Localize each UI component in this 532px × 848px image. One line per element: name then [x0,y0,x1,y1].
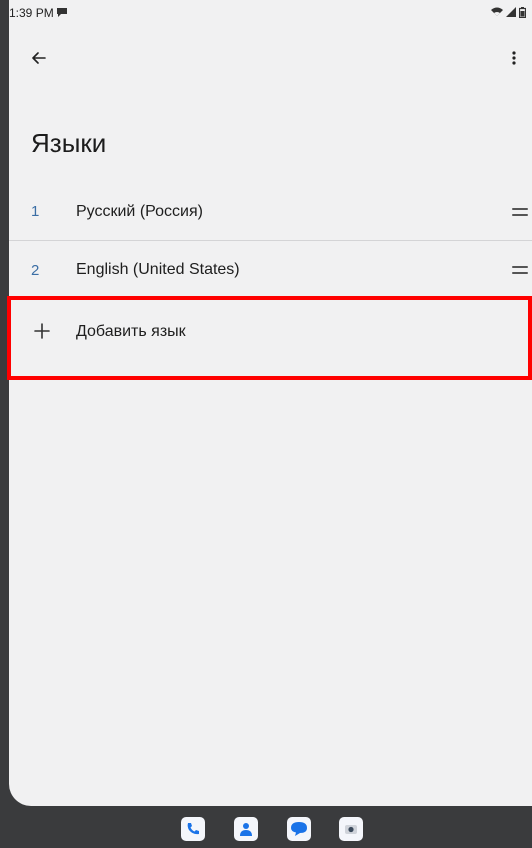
page-title: Языки [31,128,107,158]
language-number: 1 [31,203,40,220]
language-item[interactable]: 1 Русский (Россия) [9,183,532,241]
notification-icon [57,8,67,17]
language-name: English (United States) [76,261,240,278]
arrow-left-icon [32,52,46,64]
phone-icon[interactable] [181,817,205,841]
add-language-label: Добавить язык [76,323,186,340]
contacts-icon[interactable] [234,817,258,841]
signal-icon [506,7,516,17]
app-screen: 1:39 PM Языки 1 Русский (Россия) 2 Engli… [9,0,532,806]
back-button[interactable] [25,44,53,72]
language-name: Русский (Россия) [76,202,203,220]
camera-icon[interactable] [339,817,363,841]
messages-icon[interactable] [287,817,311,841]
drag-handle-icon[interactable] [512,264,528,276]
camera-glyph [345,825,357,834]
messages-glyph [291,822,307,836]
more-options-button[interactable] [500,44,528,72]
status-bar: 1:39 PM [9,0,532,24]
contacts-glyph [240,823,252,836]
status-icons [491,6,526,18]
language-item[interactable]: 2 English (United States) [9,241,532,299]
device-frame: 1:39 PM Языки 1 Русский (Россия) 2 Engli… [0,0,532,848]
plus-icon [34,323,50,339]
status-time: 1:39 PM [9,6,54,20]
language-list: 1 Русский (Россия) 2 English (United Sta… [9,183,532,299]
drag-handle-icon[interactable] [512,206,528,218]
add-language-button[interactable]: Добавить язык [9,296,532,376]
wifi-icon [491,7,503,16]
phone-glyph [187,823,199,835]
more-vertical-icon [512,51,516,65]
battery-icon [519,6,526,18]
language-number: 2 [31,261,40,279]
